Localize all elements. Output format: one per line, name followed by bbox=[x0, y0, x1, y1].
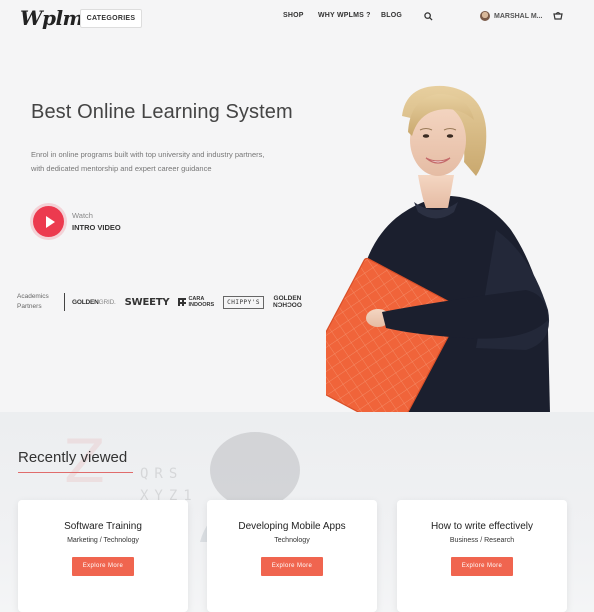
partners-label-line2: Partners bbox=[17, 303, 42, 310]
partner-logo-goldengrid-a: GOLDEN bbox=[72, 298, 99, 306]
nav-shop[interactable]: SHOP bbox=[283, 12, 304, 19]
explore-more-button[interactable]: Explore More bbox=[451, 557, 513, 576]
avatar bbox=[480, 11, 490, 21]
partners-divider bbox=[64, 293, 65, 311]
partner-logo-cara-indoors: CARA INDOORS bbox=[178, 296, 214, 308]
play-icon bbox=[45, 215, 55, 228]
partner-logo-goldengrid-b: GRID. bbox=[98, 298, 116, 306]
cart-icon[interactable] bbox=[553, 11, 563, 21]
watch-text: Watch INTRO VIDEO bbox=[72, 211, 121, 232]
course-title[interactable]: How to write effectively bbox=[397, 521, 567, 532]
hero-title: Best Online Learning System bbox=[31, 101, 293, 123]
explore-more-button[interactable]: Explore More bbox=[261, 557, 323, 576]
search-icon[interactable] bbox=[424, 12, 433, 21]
nav-why-wplms[interactable]: WHY WPLMS ? bbox=[318, 12, 371, 19]
partner-logo-golden-school: GOLDEN NƆHƆOO bbox=[273, 295, 302, 309]
user-menu[interactable]: MARSHAL M... bbox=[480, 11, 542, 21]
course-card[interactable]: How to write effectively Business / Rese… bbox=[397, 500, 567, 612]
course-category: Marketing / Technology bbox=[67, 537, 139, 544]
partner-logo-golden-a: GOLDEN bbox=[273, 295, 302, 302]
svg-text:QRS: QRS bbox=[140, 466, 183, 482]
intro-video-label: INTRO VIDEO bbox=[72, 223, 121, 232]
partner-logo-goldengrid: GOLDENGRID. bbox=[72, 299, 116, 306]
partners-label: Academics Partners bbox=[17, 292, 61, 312]
course-card[interactable]: Developing Mobile Apps Technology Explor… bbox=[207, 500, 377, 612]
watch-intro-video-button[interactable]: Watch INTRO VIDEO bbox=[33, 206, 121, 237]
top-header: Wplms CATEGORIES SHOP WHY WPLMS ? BLOG M… bbox=[0, 0, 594, 36]
user-name: MARSHAL M... bbox=[494, 12, 543, 20]
recently-viewed-underline bbox=[18, 472, 133, 473]
partner-logo-chippys: CHIPPY'S bbox=[223, 295, 265, 309]
partner-logo-cara-b: INDOORS bbox=[188, 302, 215, 308]
cara-indoors-grid-icon bbox=[178, 298, 187, 306]
page: Wplms CATEGORIES SHOP WHY WPLMS ? BLOG M… bbox=[0, 0, 594, 612]
play-button[interactable] bbox=[33, 206, 64, 237]
course-category: Technology bbox=[274, 537, 310, 544]
categories-button[interactable]: CATEGORIES bbox=[80, 9, 142, 28]
partner-logo-sweety: SWEETY bbox=[124, 296, 170, 308]
course-card[interactable]: Software Training Marketing / Technology… bbox=[18, 500, 188, 612]
course-title[interactable]: Software Training bbox=[18, 521, 188, 532]
nav-blog[interactable]: BLOG bbox=[381, 12, 402, 19]
recently-viewed-title: Recently viewed bbox=[18, 449, 128, 466]
watch-label: Watch bbox=[72, 211, 93, 220]
hero-woman-image bbox=[326, 85, 550, 413]
explore-more-button[interactable]: Explore More bbox=[72, 557, 134, 576]
course-title[interactable]: Developing Mobile Apps bbox=[207, 521, 377, 532]
partner-logo-golden-b: NƆHƆOO bbox=[273, 302, 302, 309]
hero-subtitle: Enrol in online programs built with top … bbox=[31, 150, 265, 173]
partners-label-line1: Academics bbox=[17, 293, 49, 300]
partners-strip: Academics Partners GOLDENGRID. SWEETY CA… bbox=[17, 292, 311, 312]
course-category: Business / Research bbox=[449, 537, 515, 544]
